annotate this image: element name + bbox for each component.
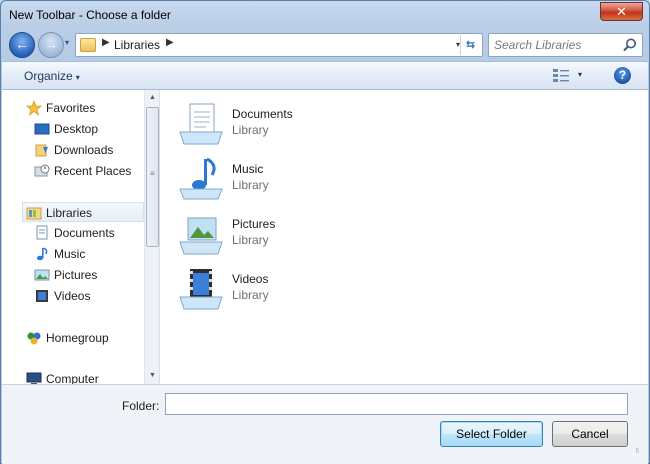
library-item-videos[interactable]: Videos Library: [178, 267, 378, 313]
music-library-icon: [179, 157, 223, 200]
nav-music-label: Music: [54, 247, 86, 261]
library-item-documents[interactable]: Documents Library: [178, 102, 378, 148]
library-type: Library: [232, 288, 269, 302]
desktop-icon: [34, 123, 50, 135]
breadcrumb-libraries[interactable]: Libraries: [114, 38, 160, 52]
library-type: Library: [232, 123, 269, 137]
nav-desktop[interactable]: Desktop: [32, 119, 142, 139]
navigation-bar: ← → ▾ ▶ Libraries ▶ ▾ ⇆: [1, 29, 649, 61]
command-bar: Organize ▾ ▾ ?: [2, 61, 648, 90]
folder-input[interactable]: [165, 393, 628, 415]
nav-homegroup-label: Homegroup: [46, 331, 109, 345]
navigation-pane: Favorites Desktop Downloads Recent Place…: [2, 90, 160, 384]
back-button[interactable]: ←: [9, 32, 35, 58]
nav-videos-label: Videos: [54, 289, 91, 303]
nav-favorites-label: Favorites: [46, 101, 96, 115]
content-area: Favorites Desktop Downloads Recent Place…: [2, 90, 648, 384]
scroll-down-icon[interactable]: ▼: [145, 368, 159, 384]
search-box[interactable]: [488, 33, 643, 57]
nav-documents[interactable]: Documents: [32, 223, 142, 243]
dialog-footer: Folder: Select Folder Cancel ⠿: [2, 384, 648, 464]
help-button[interactable]: ?: [614, 67, 631, 84]
nav-libraries-label: Libraries: [46, 206, 93, 220]
music-icon: [37, 247, 48, 261]
nav-downloads-label: Downloads: [54, 143, 114, 157]
library-item-music[interactable]: Music Library: [178, 157, 378, 203]
resize-grip-icon[interactable]: ⠿: [635, 449, 645, 461]
nav-downloads[interactable]: Downloads: [32, 140, 142, 160]
title-bar[interactable]: New Toolbar - Choose a folder ✕: [1, 1, 649, 29]
organize-menu-button[interactable]: Organize ▾: [24, 69, 80, 83]
library-list: Documents Library Music Library Pictures…: [160, 90, 648, 384]
select-folder-button[interactable]: Select Folder: [440, 421, 543, 447]
folder-label: Folder:: [122, 399, 160, 413]
scroll-thumb[interactable]: ≡: [146, 107, 159, 247]
nav-videos[interactable]: Videos: [32, 286, 142, 306]
library-name: Pictures: [232, 217, 276, 231]
libraries-icon: [26, 207, 42, 220]
library-item-pictures[interactable]: Pictures Library: [178, 212, 378, 258]
library-name: Music: [232, 162, 264, 176]
choose-folder-dialog: New Toolbar - Choose a folder ✕ ← → ▾ ▶ …: [0, 0, 650, 464]
videos-icon: [36, 290, 48, 302]
refresh-icon[interactable]: ⇆: [460, 35, 480, 55]
pictures-library-icon: [179, 217, 223, 255]
nav-pictures-label: Pictures: [54, 268, 98, 282]
recent-places-icon: [34, 164, 50, 177]
chevron-right-icon[interactable]: ▶: [102, 37, 110, 48]
library-name: Documents: [232, 107, 293, 121]
organize-label: Organize: [24, 69, 73, 83]
library-type: Library: [232, 178, 269, 192]
nav-computer-label: Computer: [46, 372, 99, 384]
nav-music[interactable]: Music: [32, 244, 142, 264]
nav-pictures[interactable]: Pictures: [32, 265, 142, 285]
library-name: Videos: [232, 272, 269, 286]
nav-desktop-label: Desktop: [54, 122, 99, 136]
chevron-right-icon[interactable]: ▶: [166, 37, 174, 48]
window-title: New Toolbar - Choose a folder: [9, 8, 171, 22]
recent-pages-dropdown-icon[interactable]: ▾: [65, 38, 69, 47]
nav-libraries[interactable]: Libraries: [22, 202, 144, 222]
close-button[interactable]: ✕: [600, 2, 643, 21]
grip-icon: ≡: [150, 169, 155, 178]
star-icon: [26, 100, 42, 116]
cancel-button[interactable]: Cancel: [552, 421, 628, 447]
pictures-icon: [34, 269, 50, 281]
nav-pane-scrollbar[interactable]: ▲ ≡ ▼: [144, 90, 159, 384]
homegroup-icon: [27, 332, 41, 345]
change-view-icon[interactable]: [553, 69, 569, 82]
videos-library-icon: [179, 269, 223, 310]
computer-icon: [26, 372, 42, 384]
chevron-down-icon: ▾: [75, 73, 80, 82]
search-icon[interactable]: [622, 37, 638, 53]
downloads-icon: [35, 144, 48, 157]
forward-button[interactable]: →: [38, 32, 64, 58]
address-bar[interactable]: ▶ Libraries ▶ ▾ ⇆: [75, 33, 483, 57]
view-options-dropdown-icon[interactable]: ▾: [578, 70, 582, 79]
documents-icon: [36, 225, 48, 240]
documents-library-icon: [179, 103, 223, 145]
nav-homegroup[interactable]: Homegroup: [24, 328, 142, 348]
search-input[interactable]: [494, 38, 619, 52]
nav-computer[interactable]: Computer: [24, 369, 142, 384]
nav-favorites[interactable]: Favorites: [24, 98, 142, 118]
nav-documents-label: Documents: [54, 226, 115, 240]
nav-recent-places[interactable]: Recent Places: [32, 161, 142, 181]
nav-recent-places-label: Recent Places: [54, 164, 132, 178]
scroll-up-icon[interactable]: ▲: [145, 90, 159, 106]
folder-icon: [80, 38, 96, 52]
library-type: Library: [232, 233, 269, 247]
